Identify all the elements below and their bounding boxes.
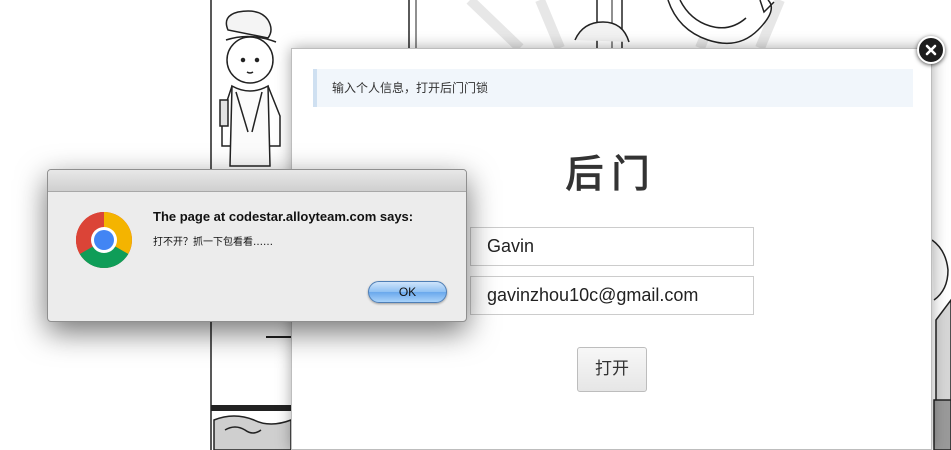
email-field[interactable] bbox=[470, 276, 754, 315]
open-button[interactable]: 打开 bbox=[577, 347, 647, 392]
js-alert-dialog: The page at codestar.alloyteam.com says:… bbox=[47, 169, 467, 322]
chrome-logo-icon bbox=[76, 212, 132, 268]
info-text: 输入个人信息，打开后门门锁 bbox=[332, 81, 489, 95]
alert-message: 打不开？抓一下包看看…… bbox=[153, 237, 273, 248]
info-bar: 输入个人信息，打开后门门锁 bbox=[313, 69, 913, 107]
alert-titlebar[interactable] bbox=[48, 170, 466, 192]
ok-button[interactable]: OK bbox=[368, 281, 447, 303]
name-field[interactable] bbox=[470, 227, 754, 266]
alert-heading: The page at codestar.alloyteam.com says: bbox=[153, 209, 414, 224]
close-button[interactable] bbox=[917, 36, 945, 64]
close-icon bbox=[925, 44, 937, 56]
